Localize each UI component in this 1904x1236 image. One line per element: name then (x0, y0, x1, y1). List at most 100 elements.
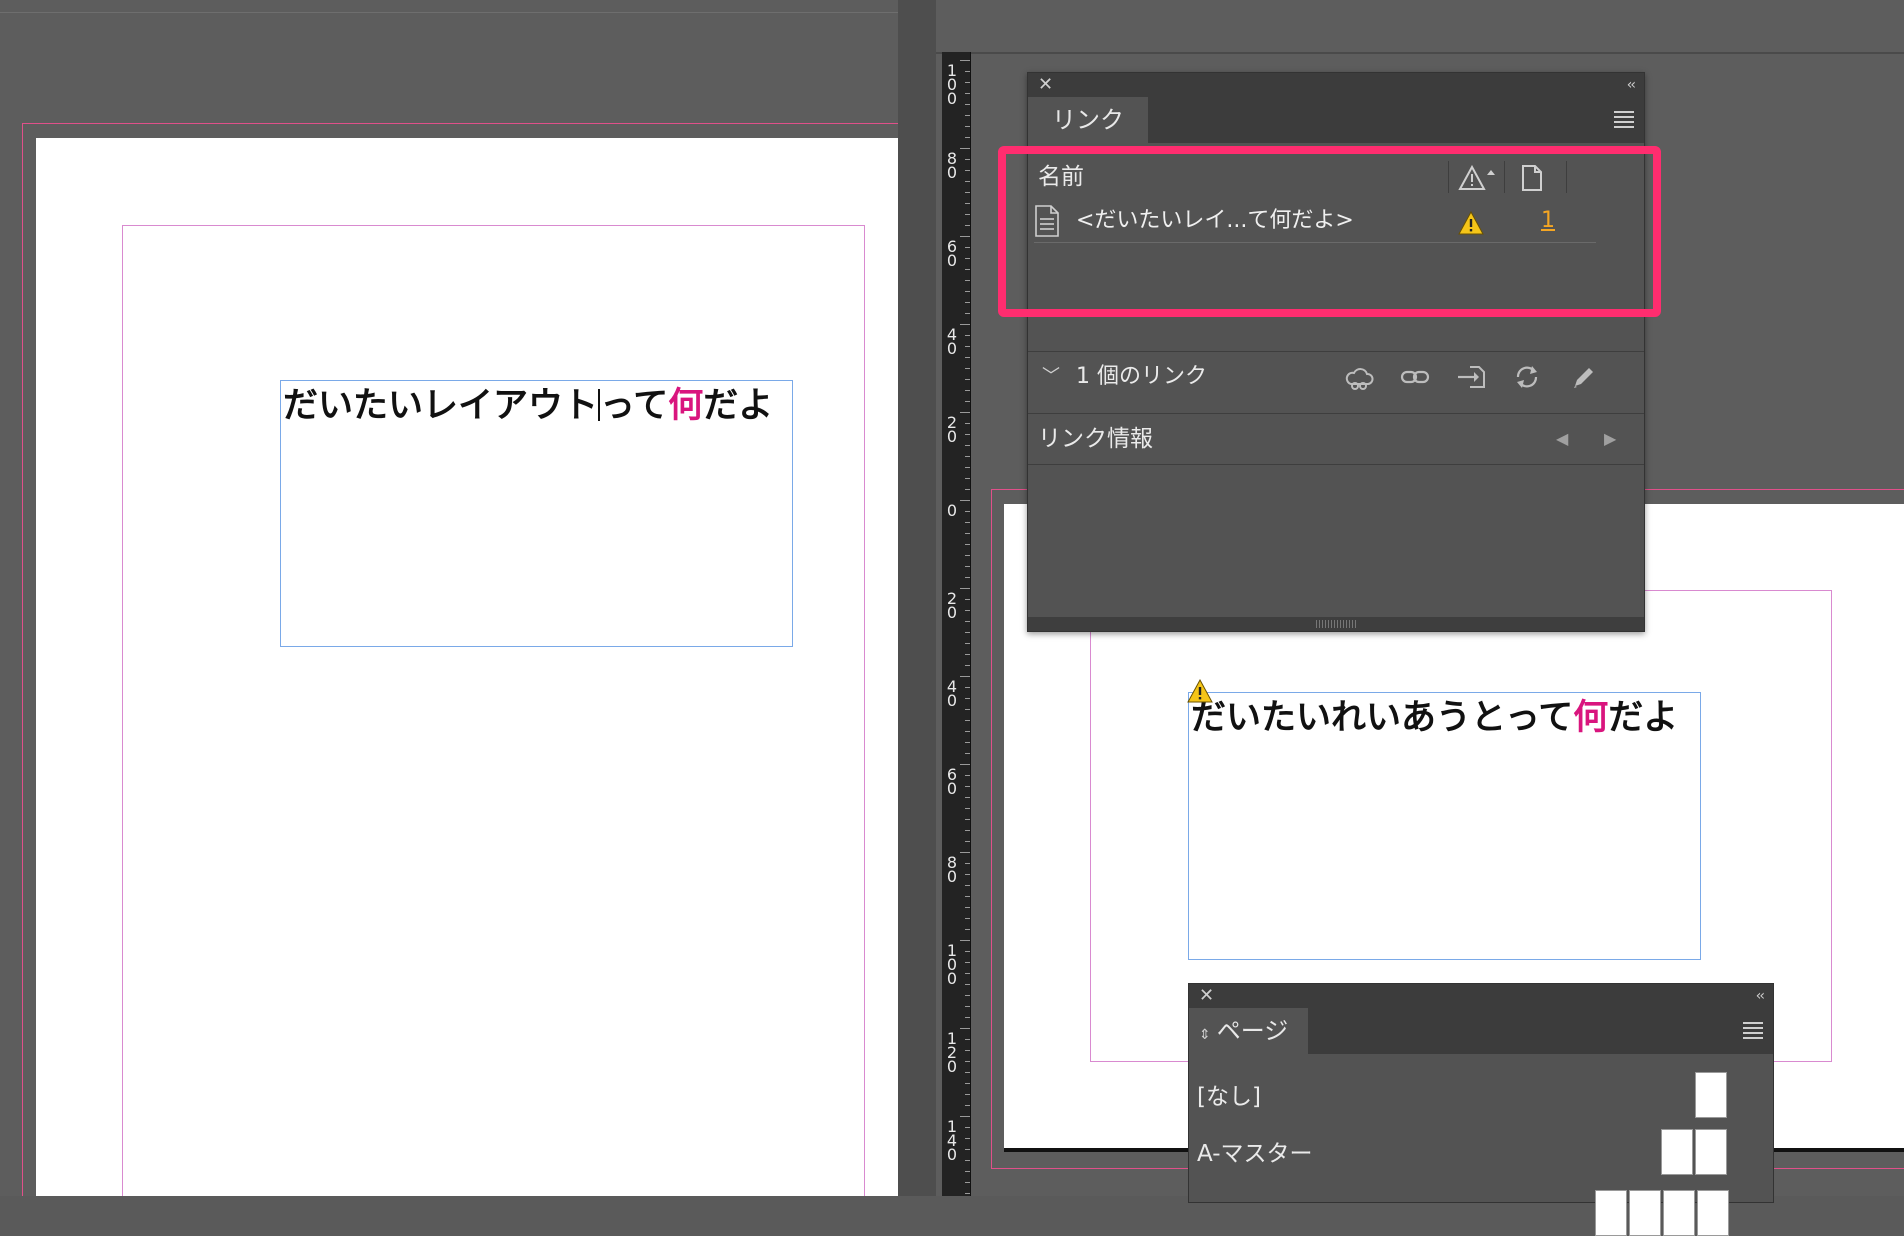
link-info-title[interactable]: リンク情報 (1038, 414, 1153, 464)
left-document-view[interactable]: だいたいレイアウトって何だよ (0, 0, 898, 1196)
ruler-tick (965, 665, 970, 666)
ruler-tick (965, 797, 970, 798)
margin-guide (122, 225, 865, 1196)
ruler-tick (965, 621, 970, 622)
panel-tabbar: リンク (1028, 97, 1644, 143)
relink-icon[interactable] (1400, 364, 1430, 390)
next-link-icon[interactable]: ▶ (1604, 414, 1616, 464)
ruler-tick (965, 258, 970, 259)
panel-menu-icon[interactable] (1743, 1022, 1763, 1040)
tab-links[interactable]: リンク (1028, 97, 1148, 143)
ruler-tick (965, 203, 970, 204)
text-main: だいたいれいあうとって (1191, 698, 1574, 738)
text-frame[interactable]: だいたいレイアウトって何だよ (280, 380, 793, 647)
ruler-tick (965, 775, 970, 776)
panel-resize-grip[interactable] (1028, 617, 1644, 631)
text-end: だよ (703, 386, 774, 426)
ruler-tick (965, 137, 970, 138)
panel-titlebar[interactable]: ✕ ‹‹ (1028, 73, 1644, 97)
ruler-tick (965, 610, 970, 611)
accent-character: 何 (668, 386, 704, 426)
ruler-tick (965, 687, 970, 688)
ruler-tick (960, 764, 970, 765)
ruler-tick (965, 1017, 970, 1018)
frame-text[interactable]: だいたいれいあうとって何だよ (1191, 689, 1678, 740)
panel-menu-icon[interactable] (1614, 111, 1634, 129)
link-info-section[interactable]: リンク情報 ◀ ▶ (1028, 413, 1644, 465)
ruler-tick (965, 951, 970, 952)
ruler-tick (965, 885, 970, 886)
ruler-tick (965, 522, 970, 523)
collapse-icon[interactable]: ‹‹ (1756, 984, 1765, 1008)
master-a-right-thumbnail[interactable] (1695, 1129, 1727, 1175)
document-page-thumbnail[interactable] (1663, 1190, 1695, 1236)
ruler-tick (965, 390, 970, 391)
master-a-left-thumbnail[interactable] (1661, 1129, 1693, 1175)
ruler-tick (965, 71, 970, 72)
ruler-tick (965, 907, 970, 908)
frame-text[interactable]: だいたいレイアウトって何だよ (283, 377, 773, 428)
cloud-link-icon[interactable] (1344, 364, 1374, 390)
ruler-label: 20 (946, 589, 958, 622)
ruler-tick (965, 379, 970, 380)
ruler-tick (965, 346, 970, 347)
ruler-tick (960, 500, 970, 501)
ruler-tick (965, 1171, 970, 1172)
ruler-tick (965, 335, 970, 336)
accent-character: 何 (1573, 698, 1609, 738)
ruler-tick (965, 456, 970, 457)
text-before-cursor: だいたいレイアウト (283, 386, 599, 426)
ruler-tick (965, 1138, 970, 1139)
ruler-tick (965, 445, 970, 446)
ruler-tick (965, 874, 970, 875)
ruler-tick (960, 148, 970, 149)
ruler-label: 80 (946, 149, 958, 182)
master-none[interactable]: [なし] (1197, 1077, 1261, 1111)
ruler-tick (960, 852, 970, 853)
ruler-tick (965, 918, 970, 919)
master-a[interactable]: A-マスター (1197, 1134, 1313, 1168)
document-page-thumbnail[interactable] (1697, 1190, 1729, 1236)
ruler-tick (965, 1083, 970, 1084)
close-icon[interactable]: ✕ (1199, 984, 1214, 1008)
go-to-link-icon[interactable] (1456, 364, 1486, 390)
collapse-icon[interactable]: ‹‹ (1627, 73, 1636, 97)
previous-link-icon[interactable]: ◀ (1556, 414, 1568, 464)
ruler-tick (965, 1182, 970, 1183)
ruler-tick (965, 1061, 970, 1062)
link-warning-icon[interactable] (1187, 679, 1213, 703)
close-icon[interactable]: ✕ (1038, 73, 1053, 97)
panel-titlebar[interactable]: ✕ ‹‹ (1189, 984, 1773, 1008)
ruler-tick (965, 478, 970, 479)
update-link-icon[interactable] (1512, 364, 1542, 390)
ruler-tick (965, 1149, 970, 1150)
ruler-tick (965, 269, 970, 270)
ruler-tick (965, 181, 970, 182)
ruler-tick (965, 1094, 970, 1095)
ruler-tick (965, 929, 970, 930)
ruler-tick (960, 1116, 970, 1117)
highlight-annotation-box (998, 146, 1661, 317)
ruler-tick (965, 786, 970, 787)
ruler-tick (965, 984, 970, 985)
document-page-thumbnail[interactable] (1595, 1190, 1627, 1236)
chevron-down-icon[interactable]: ﹀ (1042, 352, 1060, 402)
pages-panel[interactable]: ✕ ‹‹ ⇕ ページ [なし] A-マスター (1188, 983, 1774, 1236)
ruler-tick (965, 720, 970, 721)
ruler-tick (965, 225, 970, 226)
ruler-tick (965, 1193, 970, 1194)
linked-text-frame[interactable]: だいたいれいあうとって何だよ (1187, 679, 1701, 960)
ruler-tick (965, 698, 970, 699)
edit-original-icon[interactable] (1568, 364, 1598, 390)
ruler-tick (965, 170, 970, 171)
ruler-tick (965, 819, 970, 820)
ruler-tick (965, 159, 970, 160)
tab-pages[interactable]: ⇕ ページ (1189, 1008, 1309, 1054)
document-page-thumbnail[interactable] (1629, 1190, 1661, 1236)
master-none-thumbnail[interactable] (1695, 1072, 1727, 1118)
ruler-label: 40 (946, 677, 958, 710)
ruler-tick (965, 731, 970, 732)
ruler-tick (965, 489, 970, 490)
view-divider (898, 0, 936, 1196)
vertical-ruler[interactable]: 100 80 60 40 20 0 20 40 60 80 100 120 140 (942, 52, 971, 1196)
